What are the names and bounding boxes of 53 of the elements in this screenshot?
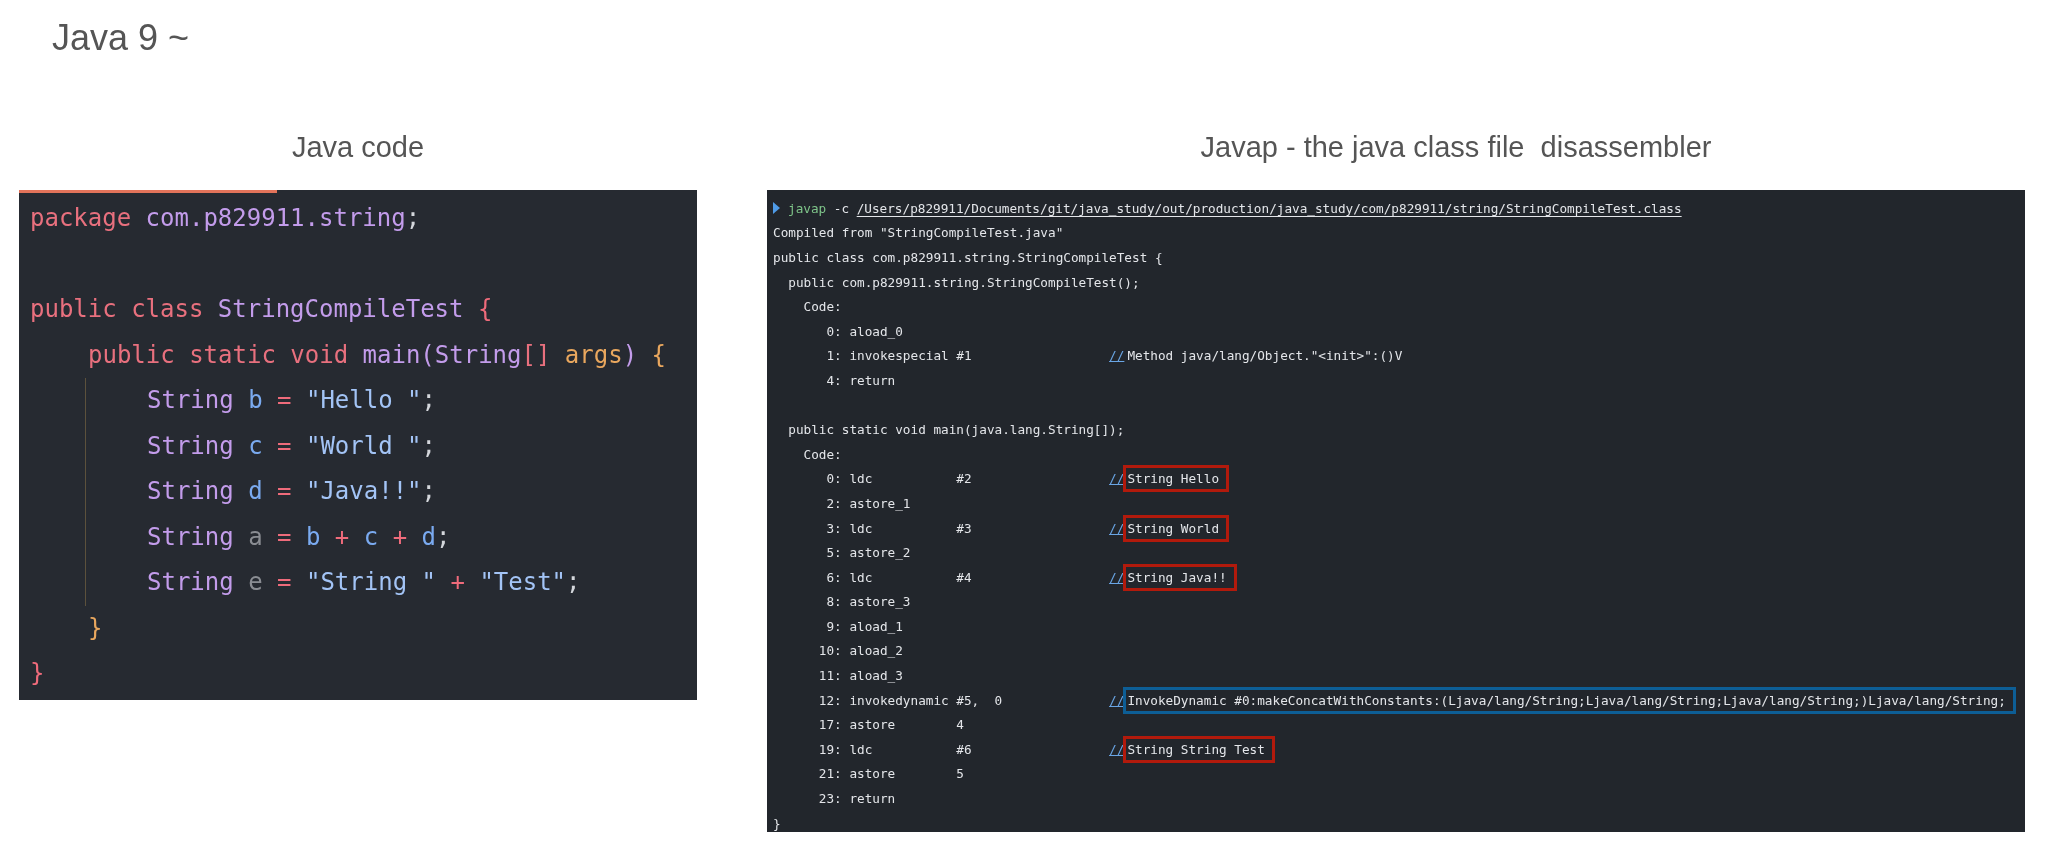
bytecode-line: 8: astore_3	[825, 594, 912, 610]
command-name: javap	[788, 200, 827, 216]
comment-marker: //	[1109, 569, 1125, 585]
bytecode-line: public com.p829911.string.StringCompileTest();	[787, 274, 1140, 290]
code-line: String e = "String " + "Test";	[147, 567, 581, 598]
code-line: }	[88, 612, 103, 644]
figure-caption: Java code	[291, 130, 425, 164]
bytecode-comment: String World	[1127, 520, 1220, 536]
file-path: /Users/p829911/Documents/git/java_study/out/production/java_study/com/p829911/string/StringCompileTest.class	[856, 200, 1682, 216]
code-line: public class StringCompileTest {	[30, 294, 493, 325]
page-heading: Java 9 ~	[52, 18, 190, 58]
bytecode-line: 12: invokedynamic #5, 0	[817, 692, 1004, 708]
code-line: }	[30, 658, 45, 689]
bytecode-line: 10: aload_2	[817, 643, 904, 659]
comment-marker: //	[1109, 471, 1125, 487]
bytecode-line: 17: astore 4	[817, 717, 965, 733]
bytecode-line: 11: aload_3	[817, 668, 904, 684]
bytecode-line: public class com.p829911.string.StringCompileTest {	[773, 250, 1163, 265]
bytecode-line: public static void main(java.lang.String[]);	[787, 422, 1125, 438]
bytecode-comment: String String Test	[1127, 741, 1265, 757]
bytecode-comment: InvokeDynamic #0:makeConcatWithConstants:(Ljava/lang/String;Ljava/lang/String;Ljava/lang/String;)Ljava/lang/String;	[1127, 692, 2006, 708]
command-option: -c	[833, 200, 850, 216]
comment-marker: //	[1109, 741, 1125, 757]
bytecode-comment: String Java!!	[1127, 569, 1227, 585]
figure-caption: Javap - the java class file disassembler	[1200, 130, 1712, 164]
bytecode-line: Code:	[802, 299, 843, 315]
bytecode-line: 3: ldc #3	[825, 520, 973, 536]
bytecode-line: 1: invokespecial #1	[825, 348, 973, 364]
bytecode-line: 2: astore_1	[825, 495, 912, 511]
bytecode-line: 4: return	[825, 372, 897, 388]
bytecode-line: 0: aload_0	[825, 323, 904, 339]
comment-marker: //	[1109, 520, 1125, 536]
bytecode-line: 5: astore_2	[825, 545, 912, 561]
bytecode-line: Compiled from "StringCompileTest.java"	[773, 225, 1065, 241]
bytecode-line: }	[773, 815, 782, 831]
bytecode-comment: String Hello	[1127, 471, 1220, 487]
bytecode-line: 9: aload_1	[825, 618, 904, 634]
code-line: package com.p829911.string;	[30, 203, 421, 234]
bytecode-line: 19: ldc #6	[817, 741, 973, 757]
bytecode-line: 23: return	[817, 791, 897, 807]
code-line: String c = "World ";	[147, 430, 436, 462]
code-line: String b = "Hello ";	[147, 385, 436, 416]
code-line: public static void main(String[] args) {	[88, 339, 666, 371]
comment-marker: //	[1109, 348, 1125, 364]
prompt-icon	[773, 202, 780, 215]
code-line: String a = b + c + d;	[147, 521, 451, 553]
comment-marker: //	[1109, 692, 1125, 708]
bytecode-line: 21: astore 5	[817, 766, 965, 782]
bytecode-line: 6: ldc #4	[825, 569, 973, 585]
code-line: String d = "Java!!";	[147, 476, 436, 507]
bytecode-line: 0: ldc #2	[825, 471, 973, 487]
bytecode-comment: Method java/lang/Object."<init>":()V	[1127, 348, 1403, 364]
bytecode-line: Code:	[802, 446, 843, 462]
